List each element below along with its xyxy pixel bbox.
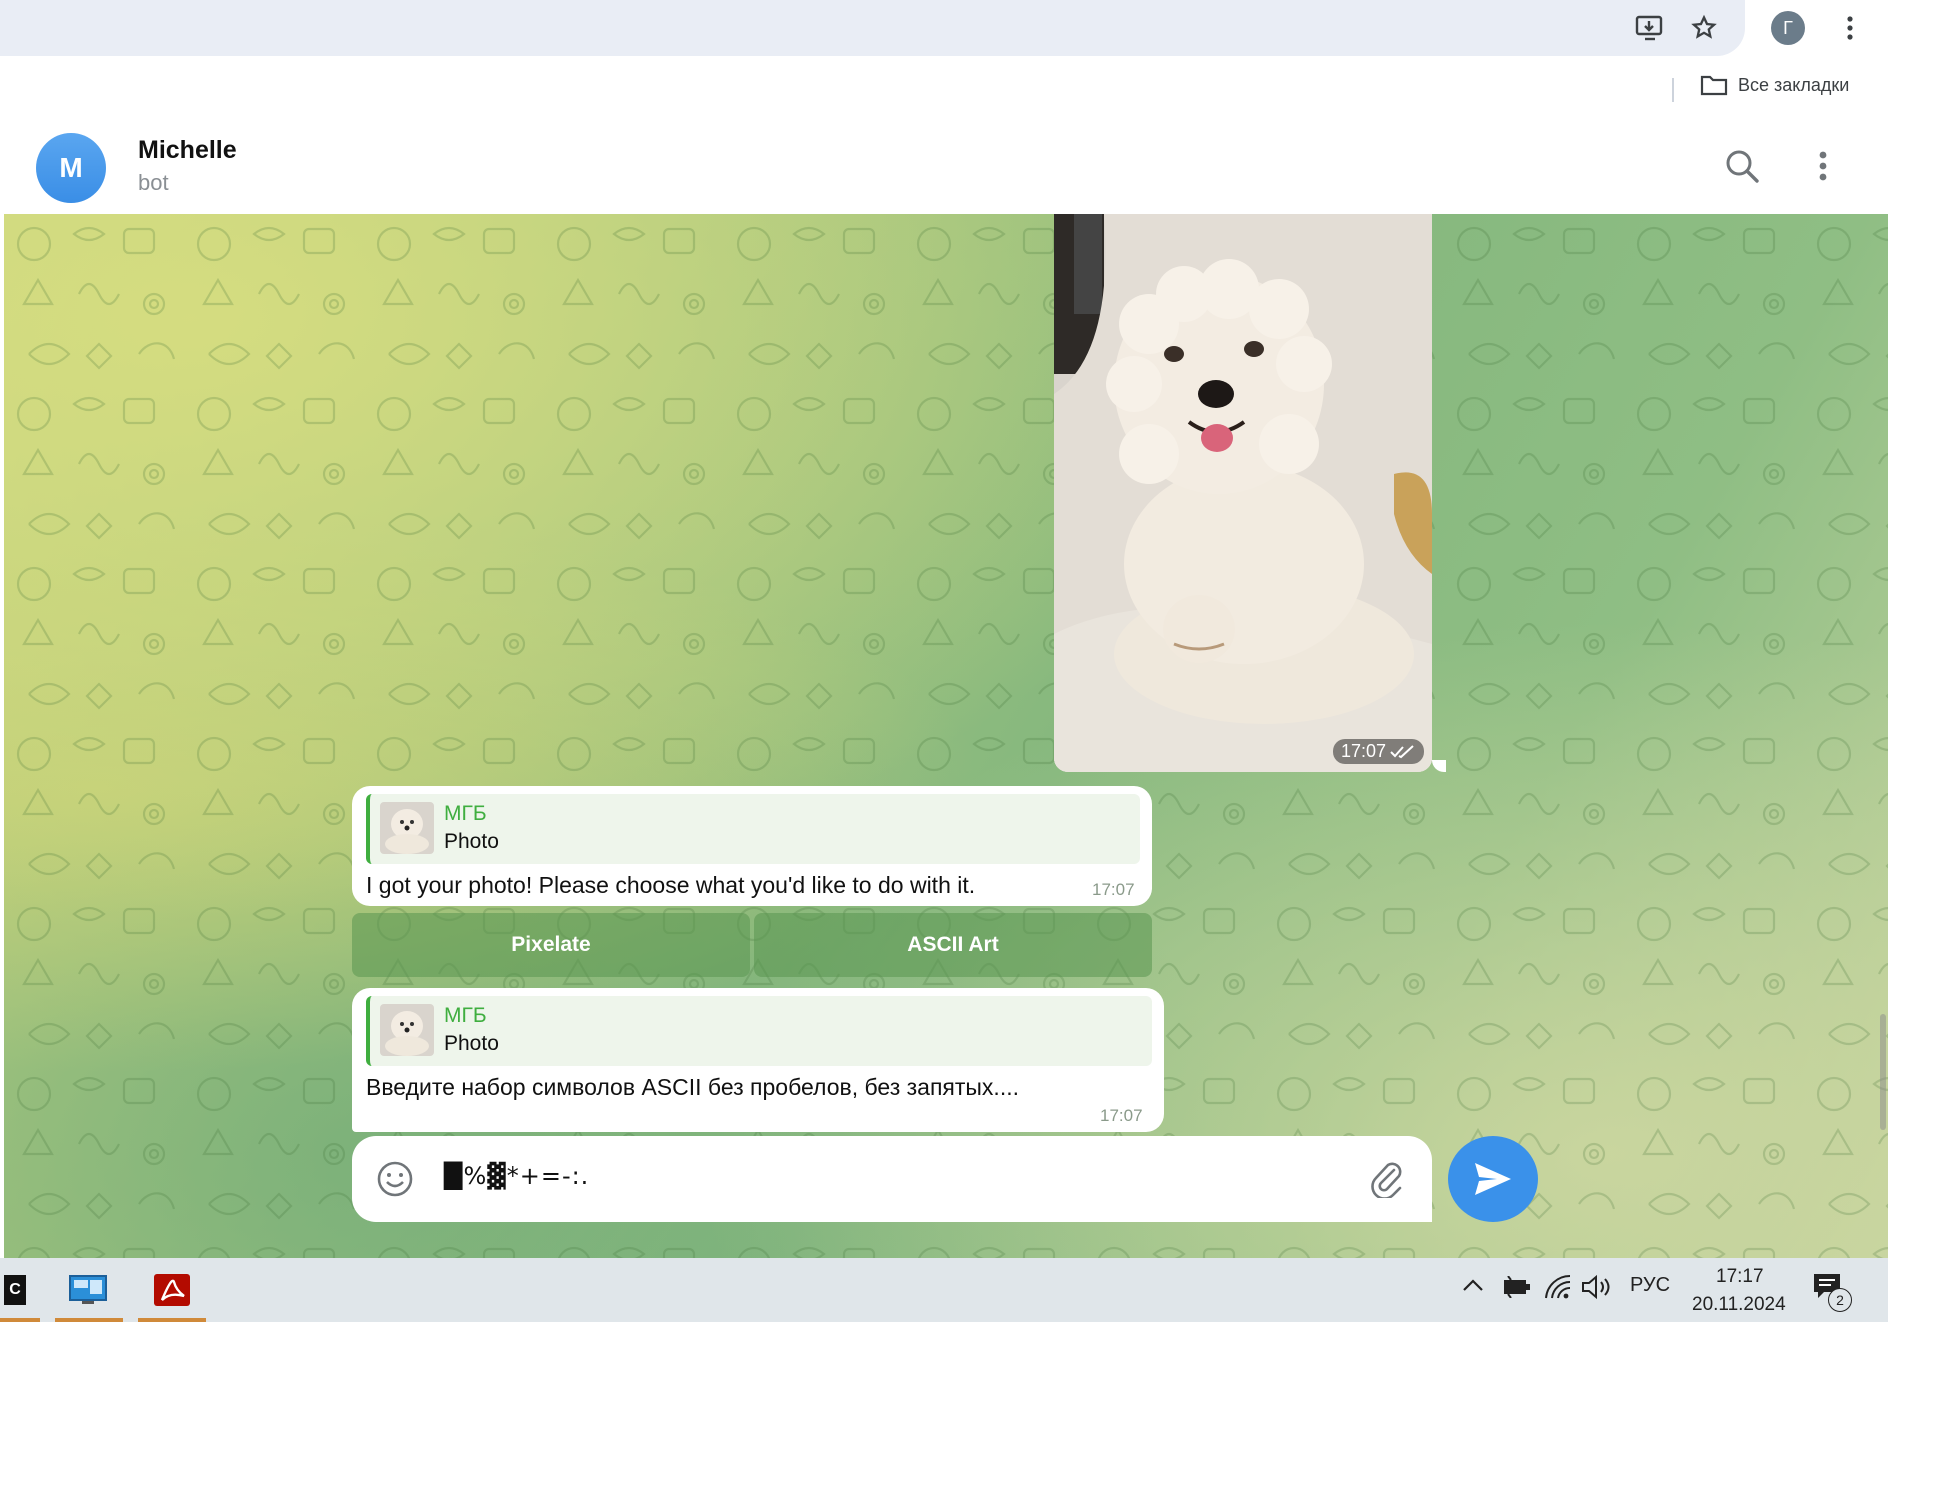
notification-center-button[interactable]: 2 — [1812, 1272, 1852, 1312]
emoji-icon[interactable] — [376, 1160, 414, 1203]
chat-status: bot — [138, 170, 169, 195]
reply-author: МГБ — [444, 802, 487, 825]
message-text: I got your photo! Please choose what you… — [366, 872, 976, 898]
search-icon[interactable] — [1724, 148, 1760, 189]
taskbar-app-ide[interactable]: C — [0, 1266, 30, 1314]
browser-menu-icon[interactable] — [1832, 10, 1868, 46]
message-time: 17:07 — [1092, 880, 1135, 899]
message-time: 17:07 — [1100, 1106, 1143, 1125]
active-indicator — [0, 1318, 40, 1322]
ide-icon: C — [4, 1275, 26, 1305]
active-indicator — [55, 1318, 123, 1322]
reply-thumbnail — [380, 802, 434, 854]
bot-message[interactable]: МГБ Photo Введите набор символов ASCII б… — [352, 988, 1164, 1132]
reply-text: Photo — [444, 1032, 499, 1055]
active-indicator — [138, 1318, 206, 1322]
language-indicator[interactable]: РУС — [1630, 1274, 1670, 1297]
clock-date[interactable]: 20.11.2024 — [1692, 1294, 1786, 1316]
pixelate-button[interactable]: Pixelate — [352, 913, 750, 977]
all-bookmarks-button[interactable]: Все закладки — [1700, 74, 1849, 96]
chat-area: 17:07 МГБ Photo I got your photo! Please… — [4, 214, 1888, 1258]
chevron-up-icon[interactable] — [1462, 1278, 1484, 1297]
reply-text: Photo — [444, 830, 499, 853]
ascii-art-button[interactable]: ASCII Art — [754, 913, 1152, 977]
message-composer: █%▓*+=-:. — [352, 1136, 1432, 1222]
attach-icon[interactable] — [1370, 1160, 1404, 1203]
reply-preview[interactable]: МГБ Photo — [366, 794, 1140, 864]
send-button[interactable] — [1448, 1136, 1538, 1222]
bookmarks-separator — [1672, 78, 1674, 102]
photo-time-badge: 17:07 — [1332, 739, 1424, 764]
wifi-icon[interactable] — [1544, 1274, 1572, 1305]
folder-icon — [1700, 75, 1728, 96]
pdf-reader-icon — [154, 1274, 190, 1306]
all-bookmarks-label: Все закладки — [1738, 74, 1850, 95]
taskbar-app-pdf[interactable] — [142, 1266, 202, 1314]
notification-count: 2 — [1828, 1288, 1852, 1312]
chat-title[interactable]: Michelle — [138, 136, 237, 165]
profile-avatar[interactable]: Г — [1770, 10, 1806, 46]
bookmarks-bar — [0, 56, 1880, 120]
profile-initial: Г — [1771, 11, 1805, 45]
chat-menu-icon[interactable] — [1818, 150, 1828, 187]
photo-time: 17:07 — [1340, 741, 1386, 761]
chat-header: M Michelle bot — [4, 122, 1888, 214]
reply-author: МГБ — [444, 1004, 487, 1027]
chat-scrollbar[interactable] — [1880, 1014, 1886, 1130]
battery-icon[interactable] — [1502, 1275, 1532, 1303]
message-text: Введите набор символов ASCII без пробело… — [366, 1074, 1019, 1100]
remote-desktop-icon — [69, 1275, 107, 1304]
reply-thumbnail — [380, 1004, 434, 1056]
bot-message[interactable]: МГБ Photo I got your photo! Please choos… — [352, 786, 1152, 906]
message-input[interactable]: █%▓*+=-:. — [444, 1162, 589, 1190]
clock-time[interactable]: 17:17 — [1716, 1266, 1764, 1288]
browser-toolbar: Г — [0, 0, 1853, 56]
bookmark-star-icon[interactable] — [1686, 10, 1722, 46]
install-app-icon[interactable] — [1632, 10, 1668, 46]
volume-icon[interactable] — [1580, 1274, 1612, 1305]
photo-message[interactable]: 17:07 — [1054, 214, 1432, 772]
taskbar-app-remote-desktop[interactable] — [58, 1266, 118, 1314]
taskbar: C РУС 17:17 20.11.2024 2 — [0, 1258, 1888, 1322]
avatar[interactable]: M — [36, 133, 106, 203]
reply-preview[interactable]: МГБ Photo — [366, 996, 1152, 1066]
send-icon — [1475, 1163, 1511, 1195]
double-check-icon — [1390, 744, 1414, 758]
dog-photo — [1054, 214, 1432, 772]
